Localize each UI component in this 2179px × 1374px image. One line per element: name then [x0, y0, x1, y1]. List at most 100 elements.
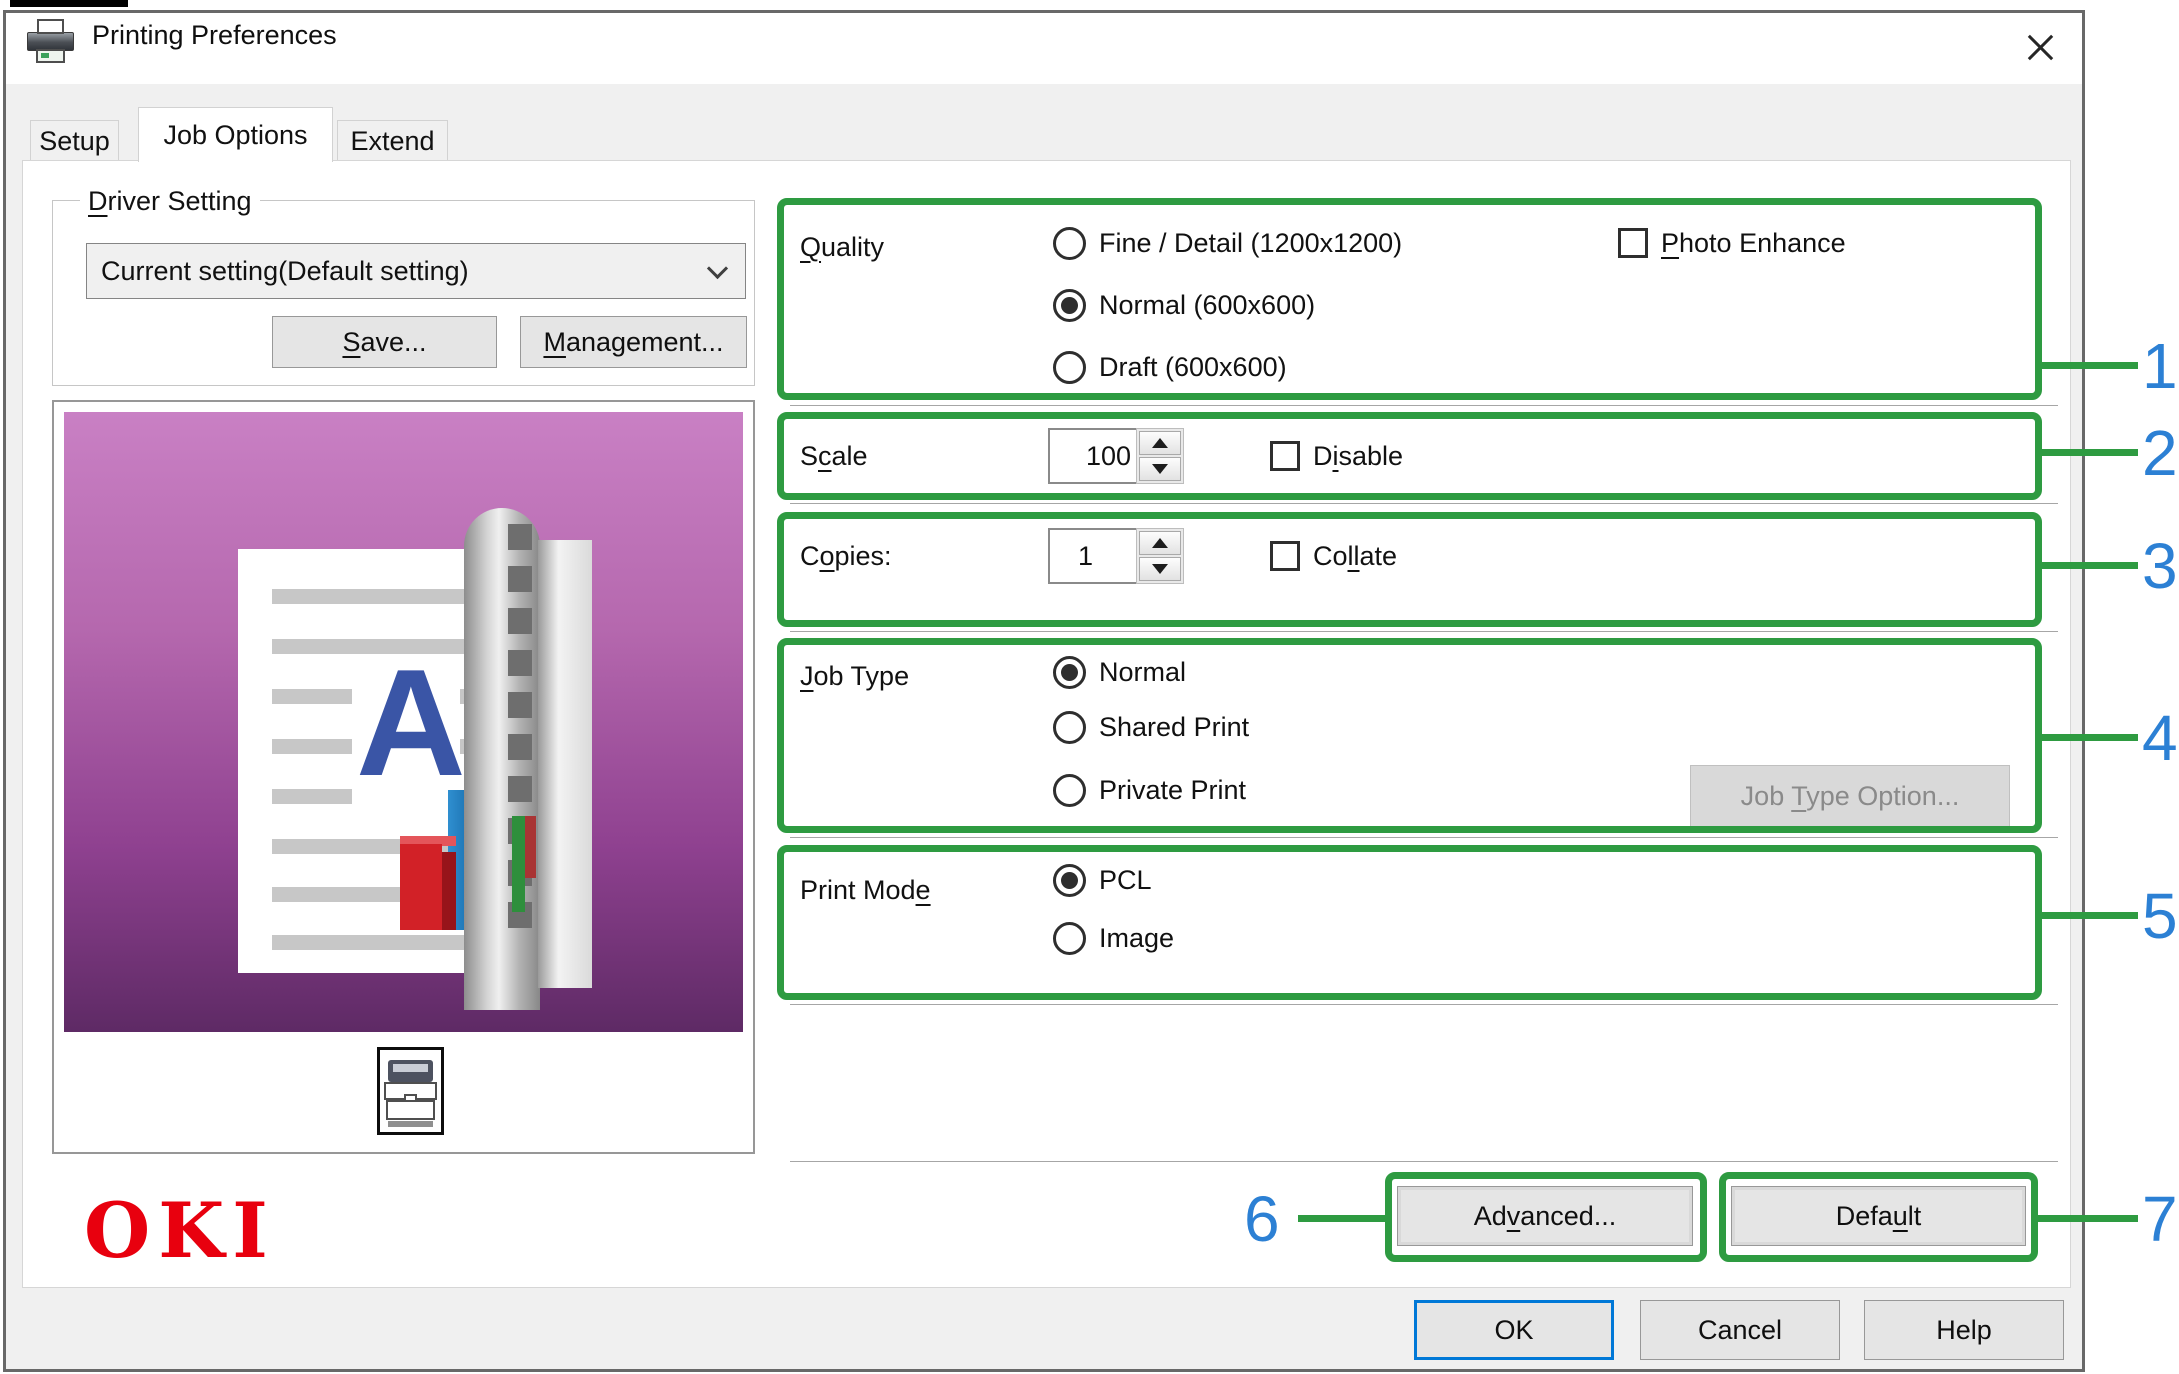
close-icon[interactable] [2016, 24, 2064, 72]
quality-draft-row: Draft (600x600) [1053, 348, 1287, 386]
preview-image: A [64, 412, 743, 1032]
photo-enhance-row: Photo Enhance [1618, 224, 1846, 262]
annotation-number-4: 4 [2142, 706, 2178, 770]
job-type-private-row: Private Print [1053, 771, 1246, 809]
printer-icon [27, 19, 75, 66]
print-mode-pcl-row: PCL [1053, 861, 1152, 899]
help-label: Help [1936, 1315, 1992, 1346]
annotation-line-2 [2038, 449, 2138, 456]
disable-checkbox[interactable] [1270, 441, 1300, 471]
ok-label: OK [1494, 1315, 1533, 1346]
quality-normal-radio[interactable] [1053, 289, 1086, 322]
job-type-private-label: Private Print [1099, 775, 1246, 806]
scale-value: 100 [1086, 441, 1131, 472]
separator [790, 1004, 2058, 1005]
job-type-shared-radio[interactable] [1053, 711, 1086, 744]
separator [790, 503, 2058, 504]
save-button[interactable]: Save... [272, 316, 497, 368]
letter-a-graphic: A [356, 647, 466, 799]
collate-row: Collate [1270, 537, 1397, 575]
copies-label: Copies: [800, 537, 892, 575]
separator [790, 837, 2058, 838]
page-edge-graphic [538, 540, 592, 988]
print-mode-label: Print Mode [800, 871, 931, 909]
job-type-private-radio[interactable] [1053, 774, 1086, 807]
job-type-shared-label: Shared Print [1099, 712, 1249, 743]
scale-spin-down-button[interactable] [1139, 457, 1181, 481]
oki-logo: OKI [84, 1186, 276, 1275]
printer-thumbnail-icon [377, 1047, 444, 1135]
annotation-line-1 [2038, 362, 2138, 369]
annotation-line-6 [1298, 1215, 1388, 1222]
tab-job-options-label: Job Options [163, 120, 307, 151]
job-type-normal-label: Normal [1099, 657, 1186, 688]
quality-fine-radio[interactable] [1053, 227, 1086, 260]
quality-normal-row: Normal (600x600) [1053, 286, 1315, 324]
copies-spin-down-button[interactable] [1139, 557, 1181, 581]
window-title: Printing Preferences [92, 0, 337, 71]
scale-spinner [1136, 428, 1184, 484]
arrow-up-icon [1152, 438, 1168, 448]
annotation-number-5: 5 [2142, 884, 2178, 948]
annotation-line-7 [2034, 1215, 2138, 1222]
annotation-number-2: 2 [2142, 421, 2178, 485]
disable-row: Disable [1270, 437, 1403, 475]
annotation-number-1: 1 [2142, 334, 2178, 398]
copies-value: 1 [1078, 541, 1093, 572]
scale-label: Scale [800, 437, 868, 475]
annotation-number-6: 6 [1244, 1187, 1280, 1251]
tab-job-options[interactable]: Job Options [138, 107, 333, 162]
arrow-up-icon [1152, 538, 1168, 548]
copies-spin-up-button[interactable] [1139, 531, 1181, 555]
job-type-shared-row: Shared Print [1053, 708, 1249, 746]
quality-label: Quality [800, 228, 884, 266]
annotation-line-4 [2038, 734, 2138, 741]
copies-input[interactable]: 1 [1048, 528, 1138, 584]
quality-fine-label: Fine / Detail (1200x1200) [1099, 228, 1402, 259]
cancel-button[interactable]: Cancel [1640, 1300, 1840, 1360]
separator [790, 405, 2058, 406]
print-preview-panel: A [52, 400, 755, 1154]
quality-draft-radio[interactable] [1053, 351, 1086, 384]
collate-checkbox[interactable] [1270, 541, 1300, 571]
scale-input[interactable]: 100 [1048, 428, 1138, 484]
scale-spin-up-button[interactable] [1139, 431, 1181, 455]
default-button[interactable]: Default [1731, 1186, 2026, 1246]
job-type-option-button: Job Type Option... [1690, 765, 2010, 827]
annotation-line-5 [2038, 912, 2138, 919]
annotation-number-7: 7 [2142, 1187, 2178, 1251]
quality-normal-label: Normal (600x600) [1099, 290, 1315, 321]
separator [790, 631, 2058, 632]
print-mode-pcl-radio[interactable] [1053, 864, 1086, 897]
tab-setup[interactable]: Setup [30, 120, 119, 161]
driver-setting-dropdown-value: Current setting(Default setting) [101, 256, 469, 287]
print-mode-image-radio[interactable] [1053, 922, 1086, 955]
driver-setting-dropdown[interactable]: Current setting(Default setting) [86, 243, 746, 299]
chart-bar-red [400, 844, 442, 930]
quality-fine-row: Fine / Detail (1200x1200) [1053, 224, 1402, 262]
job-type-normal-row: Normal [1053, 653, 1186, 691]
job-type-label: Job Type [800, 657, 909, 695]
copies-spinner [1136, 528, 1184, 584]
print-mode-pcl-label: PCL [1099, 865, 1152, 896]
tab-setup-label: Setup [39, 126, 110, 157]
arrow-down-icon [1152, 564, 1168, 574]
annotation-line-3 [2038, 562, 2138, 569]
job-type-normal-radio[interactable] [1053, 656, 1086, 689]
cancel-label: Cancel [1698, 1315, 1782, 1346]
arrow-down-icon [1152, 464, 1168, 474]
print-mode-image-row: Image [1053, 919, 1174, 957]
screenshot-stage: Printing Preferences Setup Job Options E… [0, 0, 2179, 1374]
print-mode-image-label: Image [1099, 923, 1174, 954]
chevron-down-icon [707, 258, 728, 279]
management-button[interactable]: Management... [520, 316, 747, 368]
photo-enhance-checkbox[interactable] [1618, 228, 1648, 258]
advanced-button[interactable]: Advanced... [1397, 1186, 1693, 1246]
ok-button[interactable]: OK [1414, 1300, 1614, 1360]
tab-extend[interactable]: Extend [337, 120, 448, 161]
help-button[interactable]: Help [1864, 1300, 2064, 1360]
driver-setting-label: Driver Setting [80, 186, 260, 217]
separator [790, 1161, 2058, 1162]
annotation-number-3: 3 [2142, 534, 2178, 598]
quality-draft-label: Draft (600x600) [1099, 352, 1287, 383]
